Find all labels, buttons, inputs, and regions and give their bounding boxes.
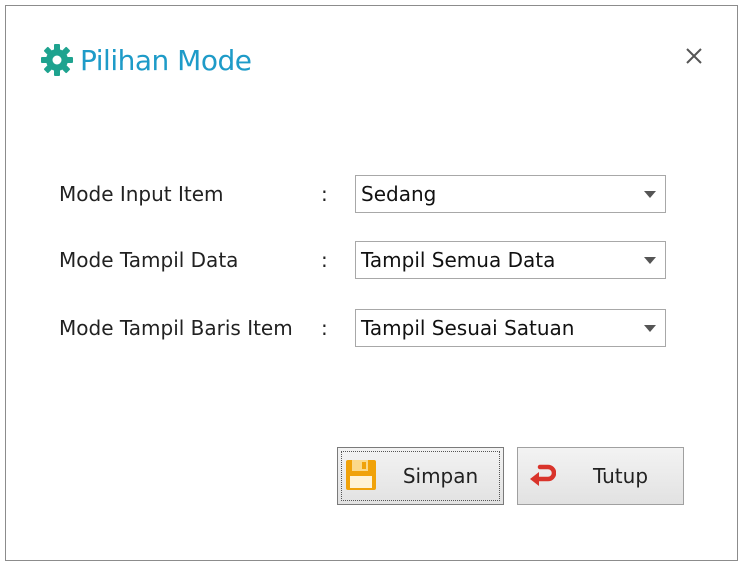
field-label: Mode Input Item	[59, 182, 224, 206]
select-value: Tampil Sesuai Satuan	[361, 316, 575, 340]
undo-arrow-icon	[530, 464, 556, 486]
close-button-label: Tutup	[592, 464, 649, 488]
mode-tampil-data-select[interactable]: Tampil Semua Data	[355, 241, 666, 279]
select-value: Tampil Semua Data	[361, 248, 556, 272]
close-dialog-button[interactable]	[680, 42, 708, 70]
field-label: Mode Tampil Baris Item	[59, 316, 293, 340]
field-separator: :	[321, 182, 328, 206]
mode-tampil-baris-item-select[interactable]: Tampil Sesuai Satuan	[355, 309, 666, 347]
close-button[interactable]: Tutup	[517, 447, 684, 505]
field-row-mode-tampil-baris-item: Mode Tampil Baris Item : Tampil Sesuai S…	[59, 309, 666, 347]
gear-icon	[41, 44, 73, 76]
field-separator: :	[321, 248, 328, 272]
field-label: Mode Tampil Data	[59, 248, 239, 272]
field-separator: :	[321, 316, 328, 340]
dropdown-arrow-icon[interactable]	[635, 310, 665, 346]
dialog-title: Pilihan Mode	[80, 43, 252, 77]
dropdown-arrow-icon[interactable]	[635, 242, 665, 278]
field-row-mode-input-item: Mode Input Item : Sedang	[59, 175, 666, 213]
dialog-header: Pilihan Mode	[40, 40, 252, 80]
field-row-mode-tampil-data: Mode Tampil Data : Tampil Semua Data	[59, 241, 666, 279]
dialog-window: Pilihan Mode Mode Input Item : Sedang Mo…	[5, 5, 738, 561]
dropdown-arrow-icon[interactable]	[635, 176, 665, 212]
save-button-label: Simpan	[402, 464, 479, 488]
select-value: Sedang	[361, 182, 437, 206]
floppy-disk-icon	[346, 460, 376, 490]
save-button[interactable]: Simpan	[337, 447, 504, 505]
close-icon	[686, 48, 702, 64]
mode-input-item-select[interactable]: Sedang	[355, 175, 666, 213]
